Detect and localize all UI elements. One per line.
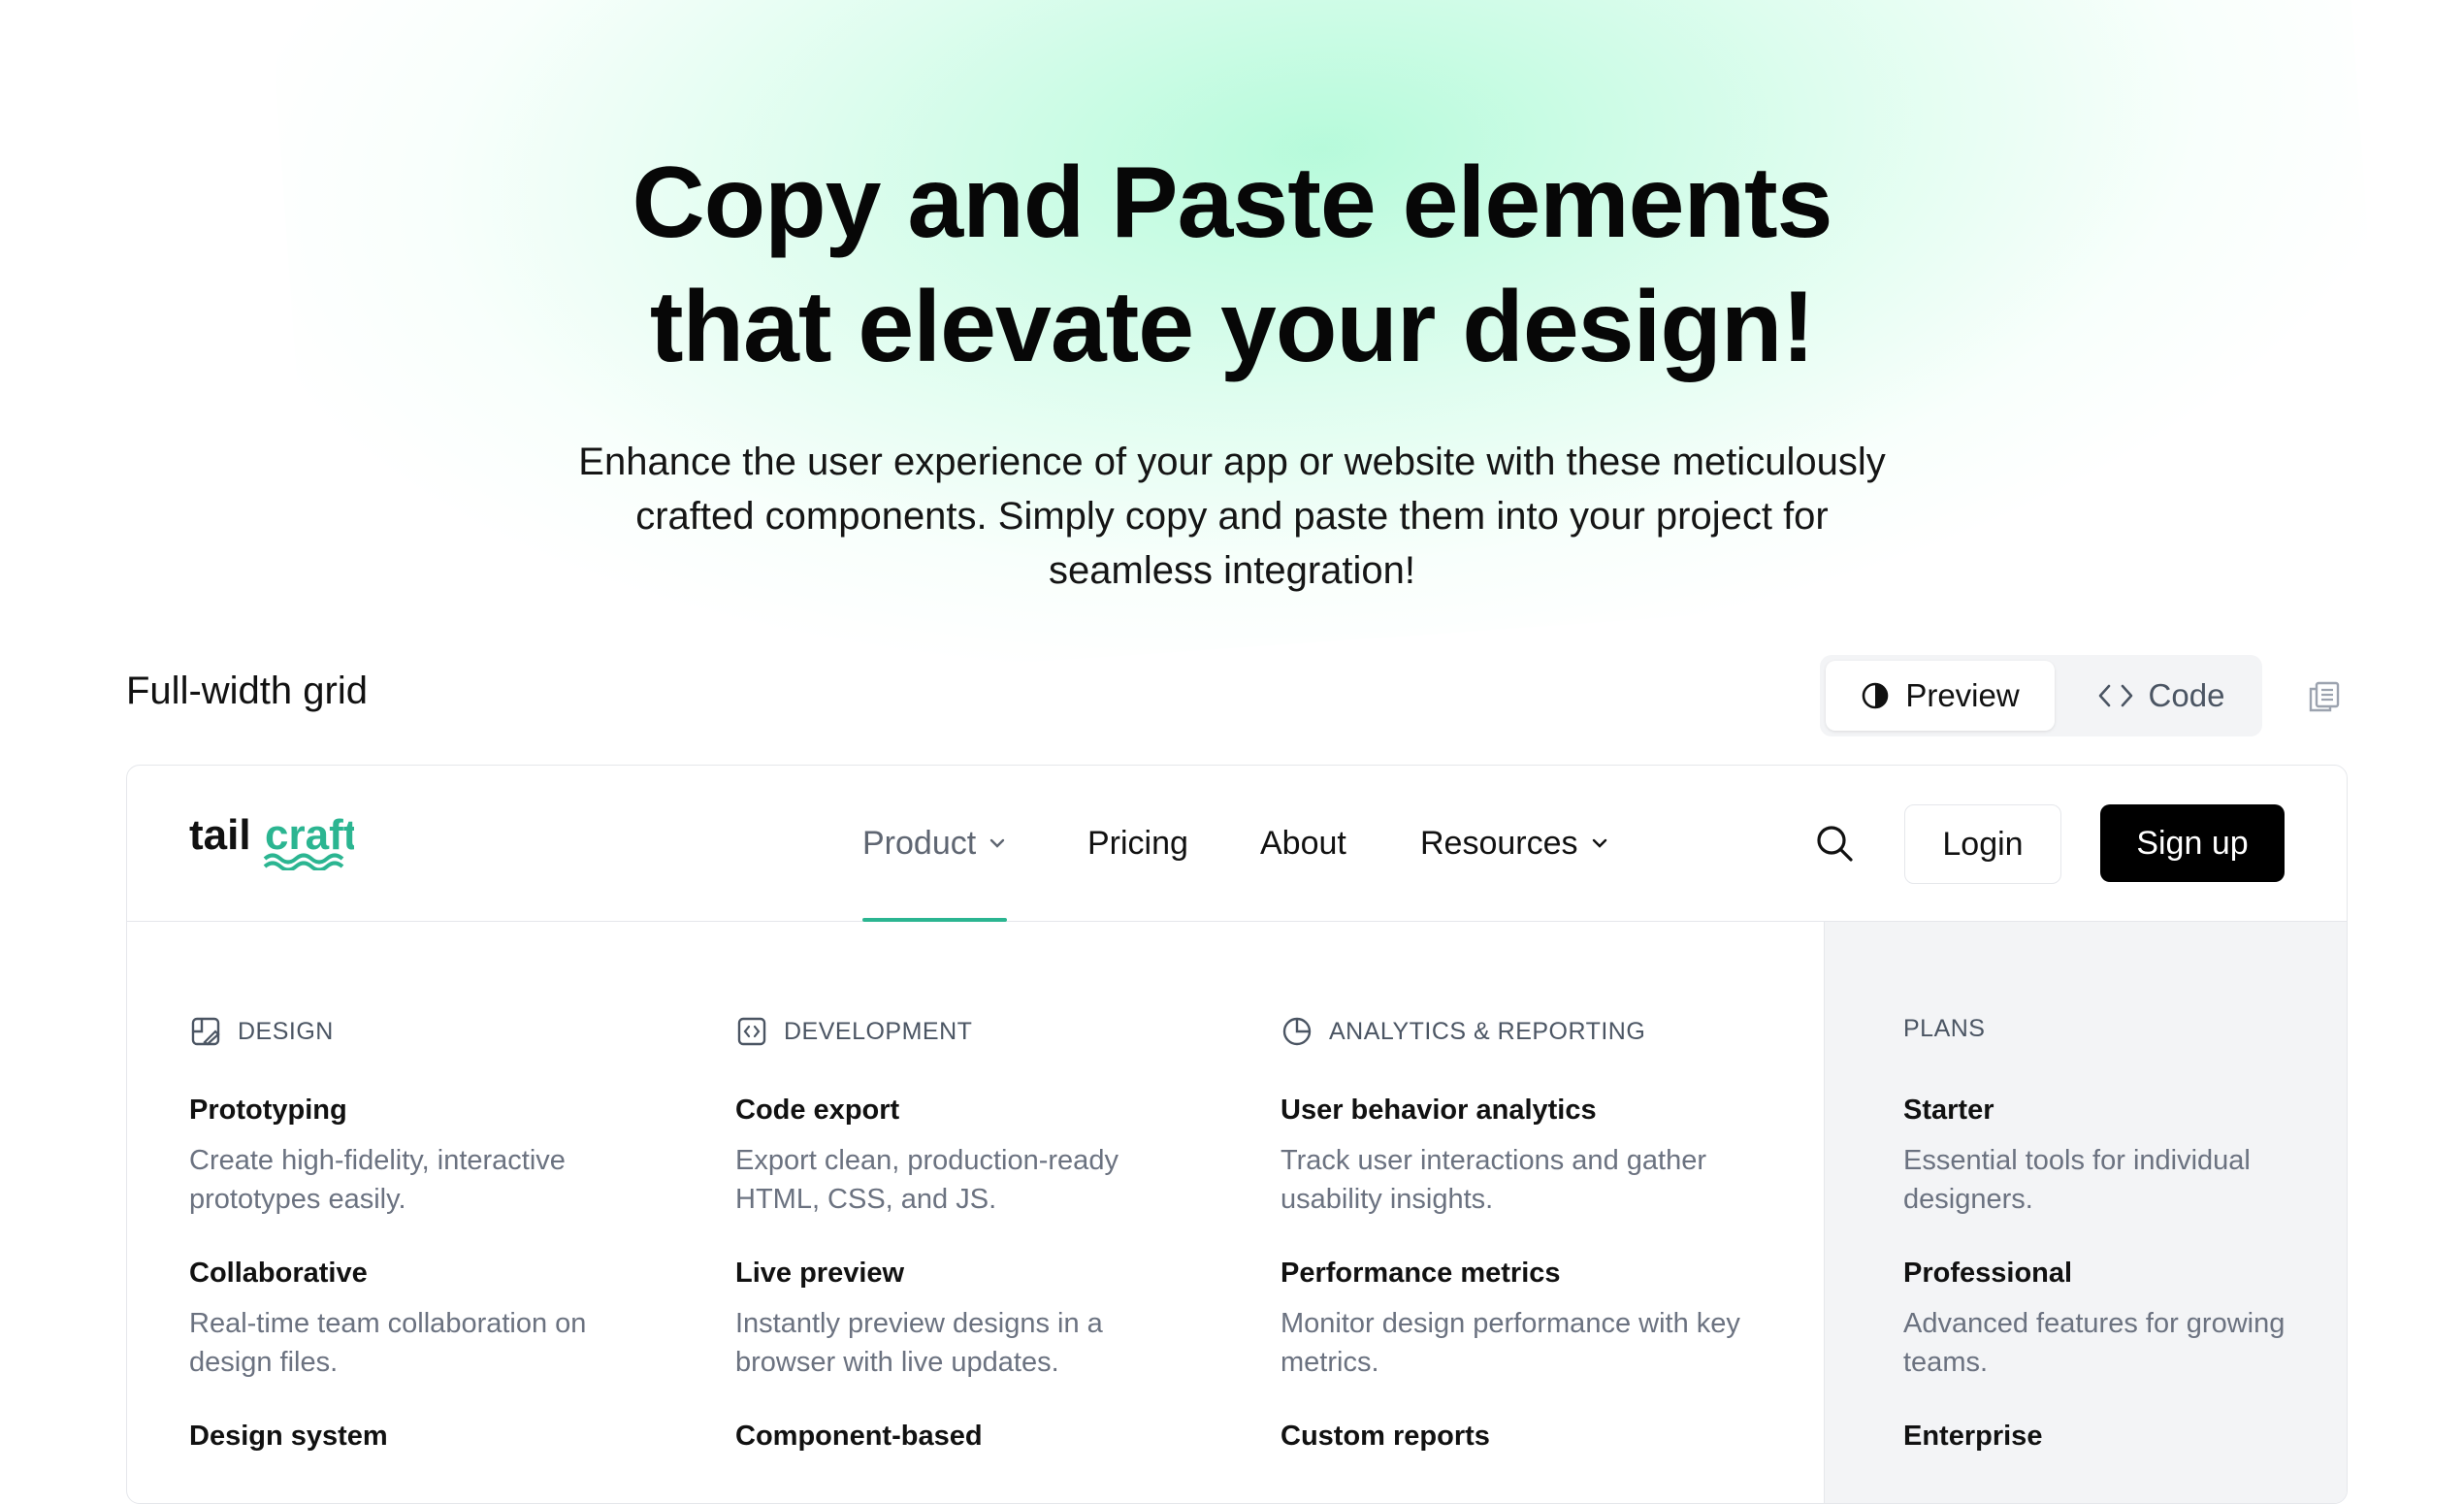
- menu-item-enterprise[interactable]: Enterprise: [1903, 1421, 2042, 1453]
- column-heading-label: ANALYTICS & REPORTING: [1329, 1017, 1646, 1045]
- column-heading-label: PLANS: [1903, 1015, 1986, 1042]
- column-heading-label: DESIGN: [238, 1017, 334, 1045]
- hero-title-line-2: that elevate your design!: [649, 271, 1815, 383]
- menu-item-description: Real-time team collaboration on design f…: [189, 1308, 587, 1378]
- menu-item-description: Instantly preview designs in a browser w…: [735, 1308, 1103, 1378]
- column-heading: ANALYTICS & REPORTING: [1281, 1015, 1645, 1048]
- preview-tab-label: Preview: [1905, 677, 2020, 713]
- navbar: tail craft Product Pricing About Resourc…: [127, 766, 2347, 922]
- nav-item-product[interactable]: Product: [862, 766, 1008, 922]
- tailcraft-logo[interactable]: tail craft: [189, 808, 358, 872]
- menu-item-description: Track user interactions and gather usabi…: [1281, 1145, 1706, 1215]
- menu-item-description: Advanced features for growing teams.: [1903, 1308, 2286, 1378]
- column-heading: DEVELOPMENT: [735, 1015, 972, 1048]
- menu-item-professional[interactable]: Professional: [1903, 1258, 2072, 1290]
- menu-item-description: Essential tools for individual designers…: [1903, 1145, 2251, 1215]
- signup-button[interactable]: Sign up: [2100, 804, 2285, 882]
- hero-title-line-1: Copy and Paste elements: [632, 147, 1833, 259]
- menu-item-component-based[interactable]: Component-based: [735, 1421, 983, 1453]
- preview-code-toggle: Preview Code: [1820, 655, 2262, 736]
- menu-item-custom-reports[interactable]: Custom reports: [1281, 1421, 1490, 1453]
- nav-item-label: Product: [862, 824, 977, 862]
- contrast-icon: [1863, 682, 1889, 709]
- preview-frame: tail craft Product Pricing About Resourc…: [126, 765, 2348, 1504]
- menu-item-user-behavior-analytics[interactable]: User behavior analytics: [1281, 1095, 1597, 1127]
- column-heading: DESIGN: [189, 1015, 334, 1048]
- copy-icon[interactable]: [2307, 679, 2342, 714]
- menu-item-description: Create high-fidelity, interactive protot…: [189, 1145, 566, 1215]
- nav-item-label: Resources: [1420, 824, 1578, 862]
- menu-item-design-system[interactable]: Design system: [189, 1421, 388, 1453]
- pie-chart-icon: [1282, 1017, 1312, 1046]
- logo-text-plain: tail: [189, 811, 251, 859]
- menu-item-description: Export clean, production-ready HTML, CSS…: [735, 1145, 1119, 1215]
- code-tab[interactable]: Code: [2066, 661, 2256, 731]
- preview-tab[interactable]: Preview: [1826, 661, 2055, 731]
- nav-item-label: Pricing: [1087, 824, 1188, 862]
- chevron-down-icon: [989, 838, 1005, 848]
- menu-item-live-preview[interactable]: Live preview: [735, 1258, 904, 1290]
- search-icon[interactable]: [1813, 822, 1856, 865]
- section-title: Full-width grid: [126, 670, 368, 712]
- login-button[interactable]: Login: [1904, 804, 2061, 884]
- menu-item-starter[interactable]: Starter: [1903, 1095, 1994, 1127]
- column-heading: PLANS: [1903, 1015, 1985, 1043]
- mega-menu: DESIGN Prototyping Create high-fidelity,…: [127, 922, 2347, 1503]
- design-icon: [191, 1017, 220, 1046]
- code-icon: [737, 1017, 766, 1046]
- code-tab-label: Code: [2148, 677, 2225, 713]
- hero-title: Copy and Paste elements that elevate you…: [0, 141, 2464, 389]
- chevron-down-icon: [1592, 838, 1606, 848]
- nav-item-pricing[interactable]: Pricing: [1087, 766, 1188, 921]
- menu-item-performance-metrics[interactable]: Performance metrics: [1281, 1258, 1561, 1290]
- logo-text-accent: craft: [265, 811, 354, 859]
- logo-graphic: tail craft: [189, 811, 358, 872]
- menu-item-prototyping[interactable]: Prototyping: [189, 1095, 347, 1127]
- nav-item-label: About: [1260, 824, 1346, 862]
- menu-item-collaborative[interactable]: Collaborative: [189, 1258, 368, 1290]
- nav-item-about[interactable]: About: [1260, 766, 1346, 921]
- hero-subtitle: Enhance the user experience of your app …: [578, 441, 1886, 592]
- column-heading-label: DEVELOPMENT: [784, 1017, 973, 1045]
- menu-item-code-export[interactable]: Code export: [735, 1095, 899, 1127]
- menu-item-description: Monitor design performance with key metr…: [1281, 1308, 1740, 1378]
- code-brackets-icon: [2098, 684, 2132, 707]
- nav-item-resources[interactable]: Resources: [1420, 766, 1609, 921]
